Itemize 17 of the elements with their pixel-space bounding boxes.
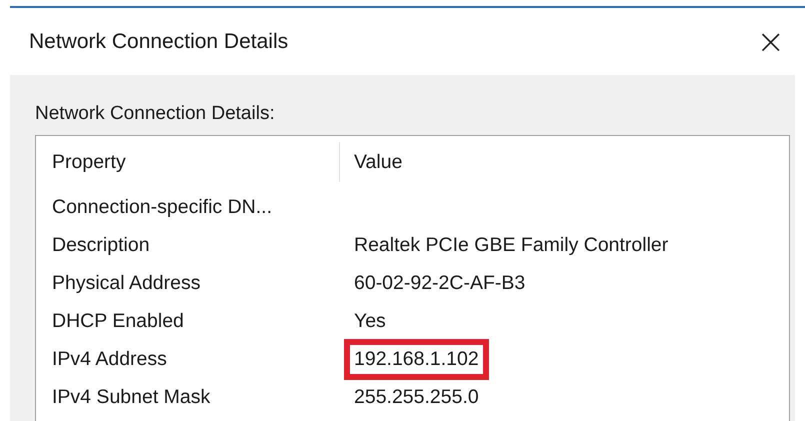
property-cell-text: Connection-specific DN... [52, 196, 274, 218]
window-title: Network Connection Details [29, 30, 288, 54]
property-cell-text: IPv4 Address [52, 348, 168, 370]
property-cell-text: Description [52, 234, 151, 256]
highlighted-value: 192.168.1.102 [344, 338, 489, 380]
property-cell-text: DHCP Enabled [52, 310, 185, 332]
property-cell-text: IPv4 Subnet Mask [52, 386, 212, 408]
value-cell-text: 60-02-92-2C-AF-B3 [353, 270, 526, 296]
value-cell-text: Realtek PCIe GBE Family Controller [353, 232, 670, 258]
value-cell-text: Yes [353, 308, 387, 334]
value-cell-text: 255.255.255.0 [353, 384, 480, 410]
column-header[interactable]: Value [354, 150, 789, 174]
column-header[interactable]: Property [52, 142, 340, 182]
table-row[interactable]: Connection-specific DN... [52, 188, 789, 226]
section-label: Network Connection Details: [35, 103, 276, 125]
close-button[interactable]: × [750, 24, 791, 58]
property-cell-text: Physical Address [52, 272, 202, 294]
